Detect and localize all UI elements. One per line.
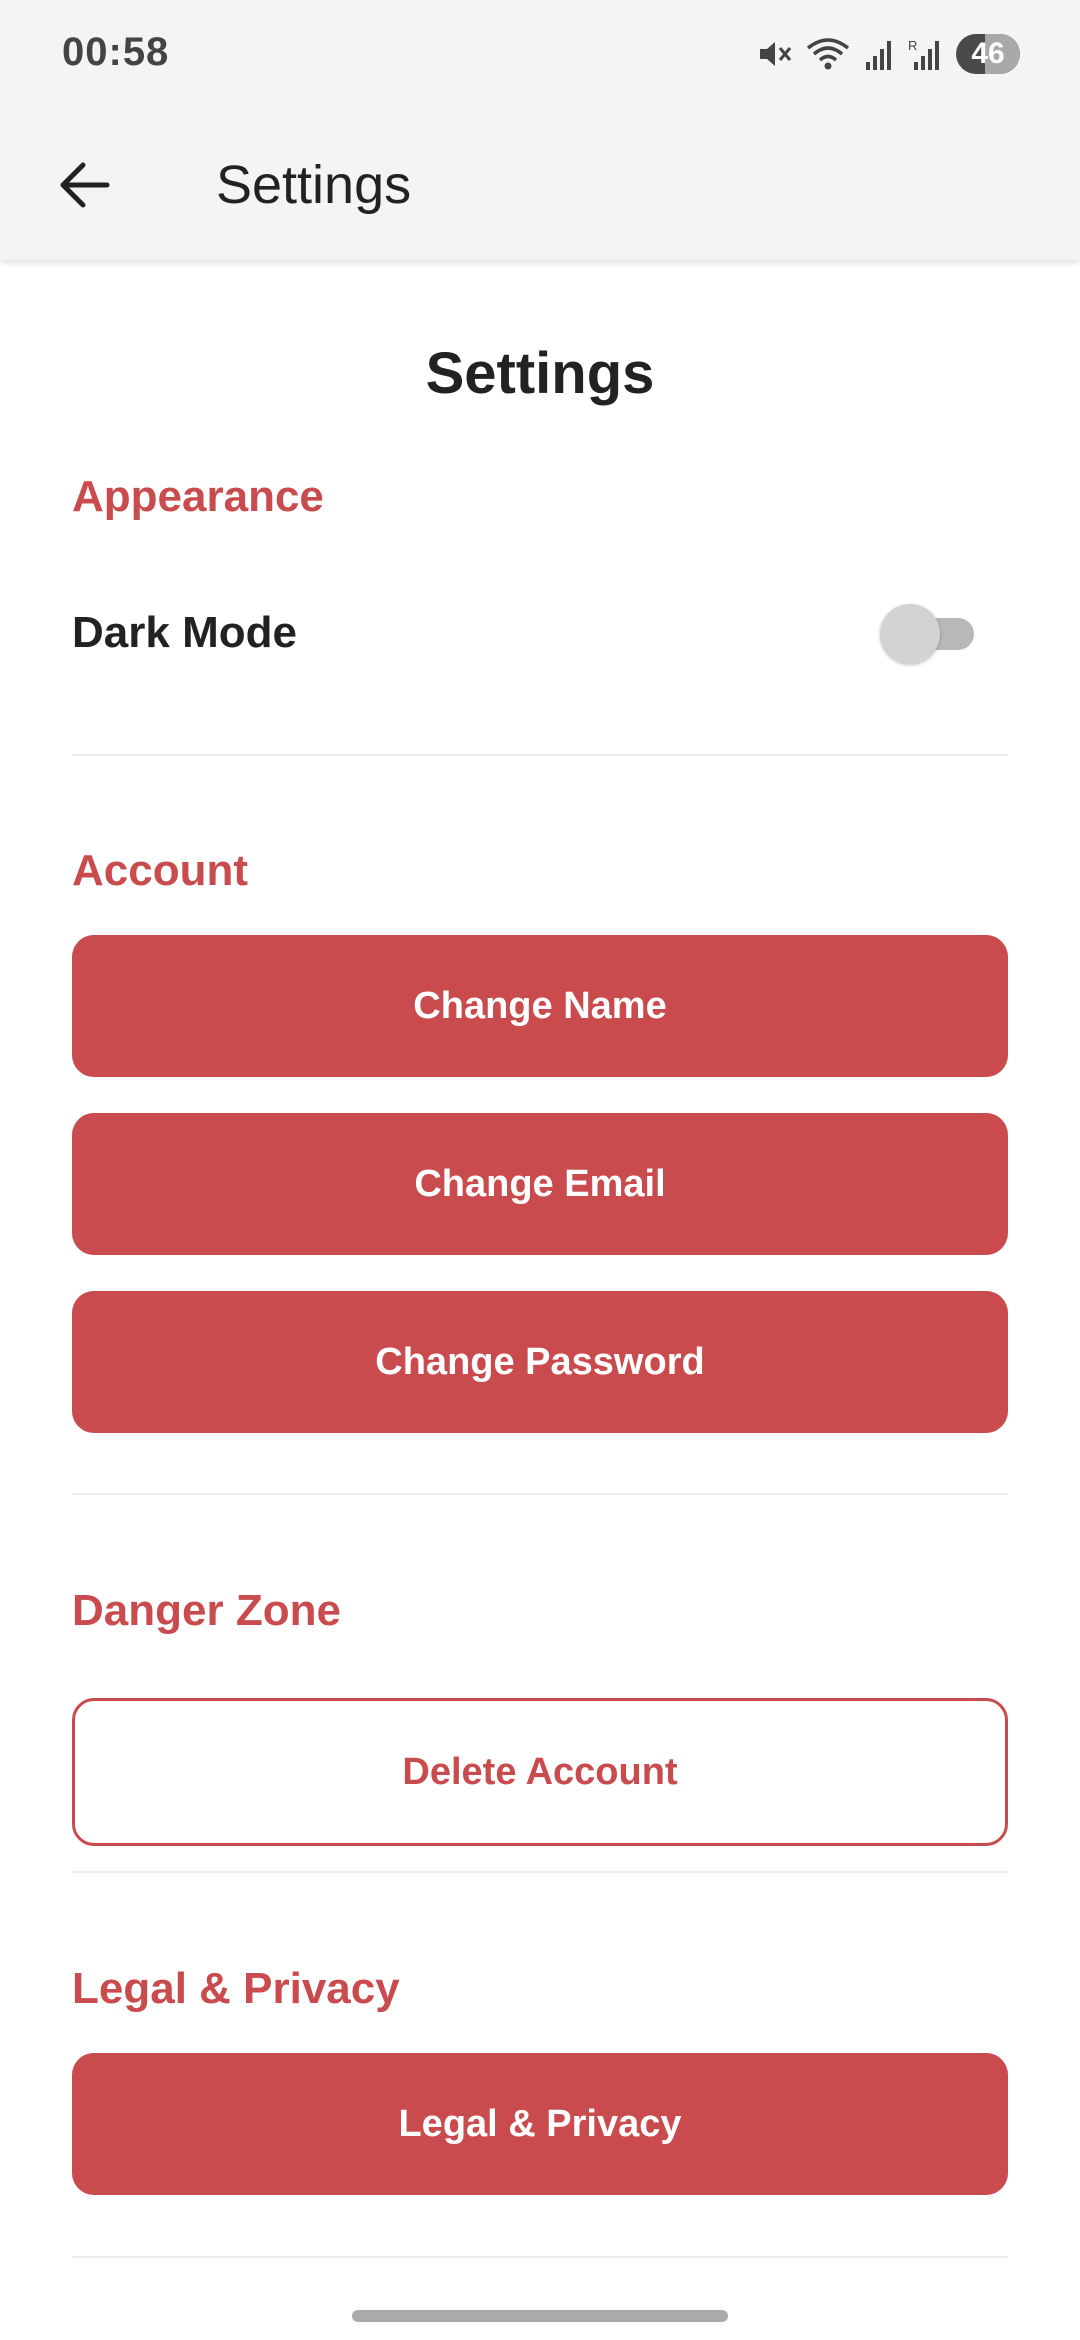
section-title-legal-privacy: Legal & Privacy xyxy=(72,1964,400,2013)
section-title-danger-zone: Danger Zone xyxy=(72,1586,341,1635)
divider xyxy=(72,1871,1008,1873)
divider xyxy=(72,754,1008,756)
svg-text:R: R xyxy=(908,38,917,53)
change-name-button[interactable]: Change Name xyxy=(72,935,1008,1077)
mute-icon xyxy=(756,36,792,72)
app-bar: Settings xyxy=(0,110,1080,260)
section-title-account: Account xyxy=(72,846,248,895)
battery-icon: 46 xyxy=(956,34,1020,74)
wifi-icon xyxy=(806,36,850,72)
change-password-button[interactable]: Change Password xyxy=(72,1291,1008,1433)
battery-level: 46 xyxy=(971,37,1005,70)
arrow-left-icon xyxy=(60,162,110,208)
delete-account-button[interactable]: Delete Account xyxy=(72,1698,1008,1846)
change-email-button[interactable]: Change Email xyxy=(72,1113,1008,1255)
dark-mode-toggle[interactable] xyxy=(880,604,976,664)
section-title-appearance: Appearance xyxy=(72,472,324,521)
status-bar: 00:58 R 46 xyxy=(0,0,1080,110)
page-title: Settings xyxy=(425,341,655,406)
status-icons: R 46 xyxy=(756,32,1020,76)
back-button[interactable] xyxy=(40,140,130,230)
status-time: 00:58 xyxy=(62,30,170,74)
toggle-thumb xyxy=(880,604,940,664)
home-indicator[interactable] xyxy=(352,2310,728,2322)
dark-mode-label: Dark Mode xyxy=(72,608,297,657)
app-bar-title: Settings xyxy=(216,155,412,215)
legal-privacy-button[interactable]: Legal & Privacy xyxy=(72,2053,1008,2195)
divider xyxy=(72,2256,1008,2258)
signal-icon xyxy=(864,36,894,72)
signal-roaming-icon: R xyxy=(908,36,942,72)
divider xyxy=(72,1493,1008,1495)
